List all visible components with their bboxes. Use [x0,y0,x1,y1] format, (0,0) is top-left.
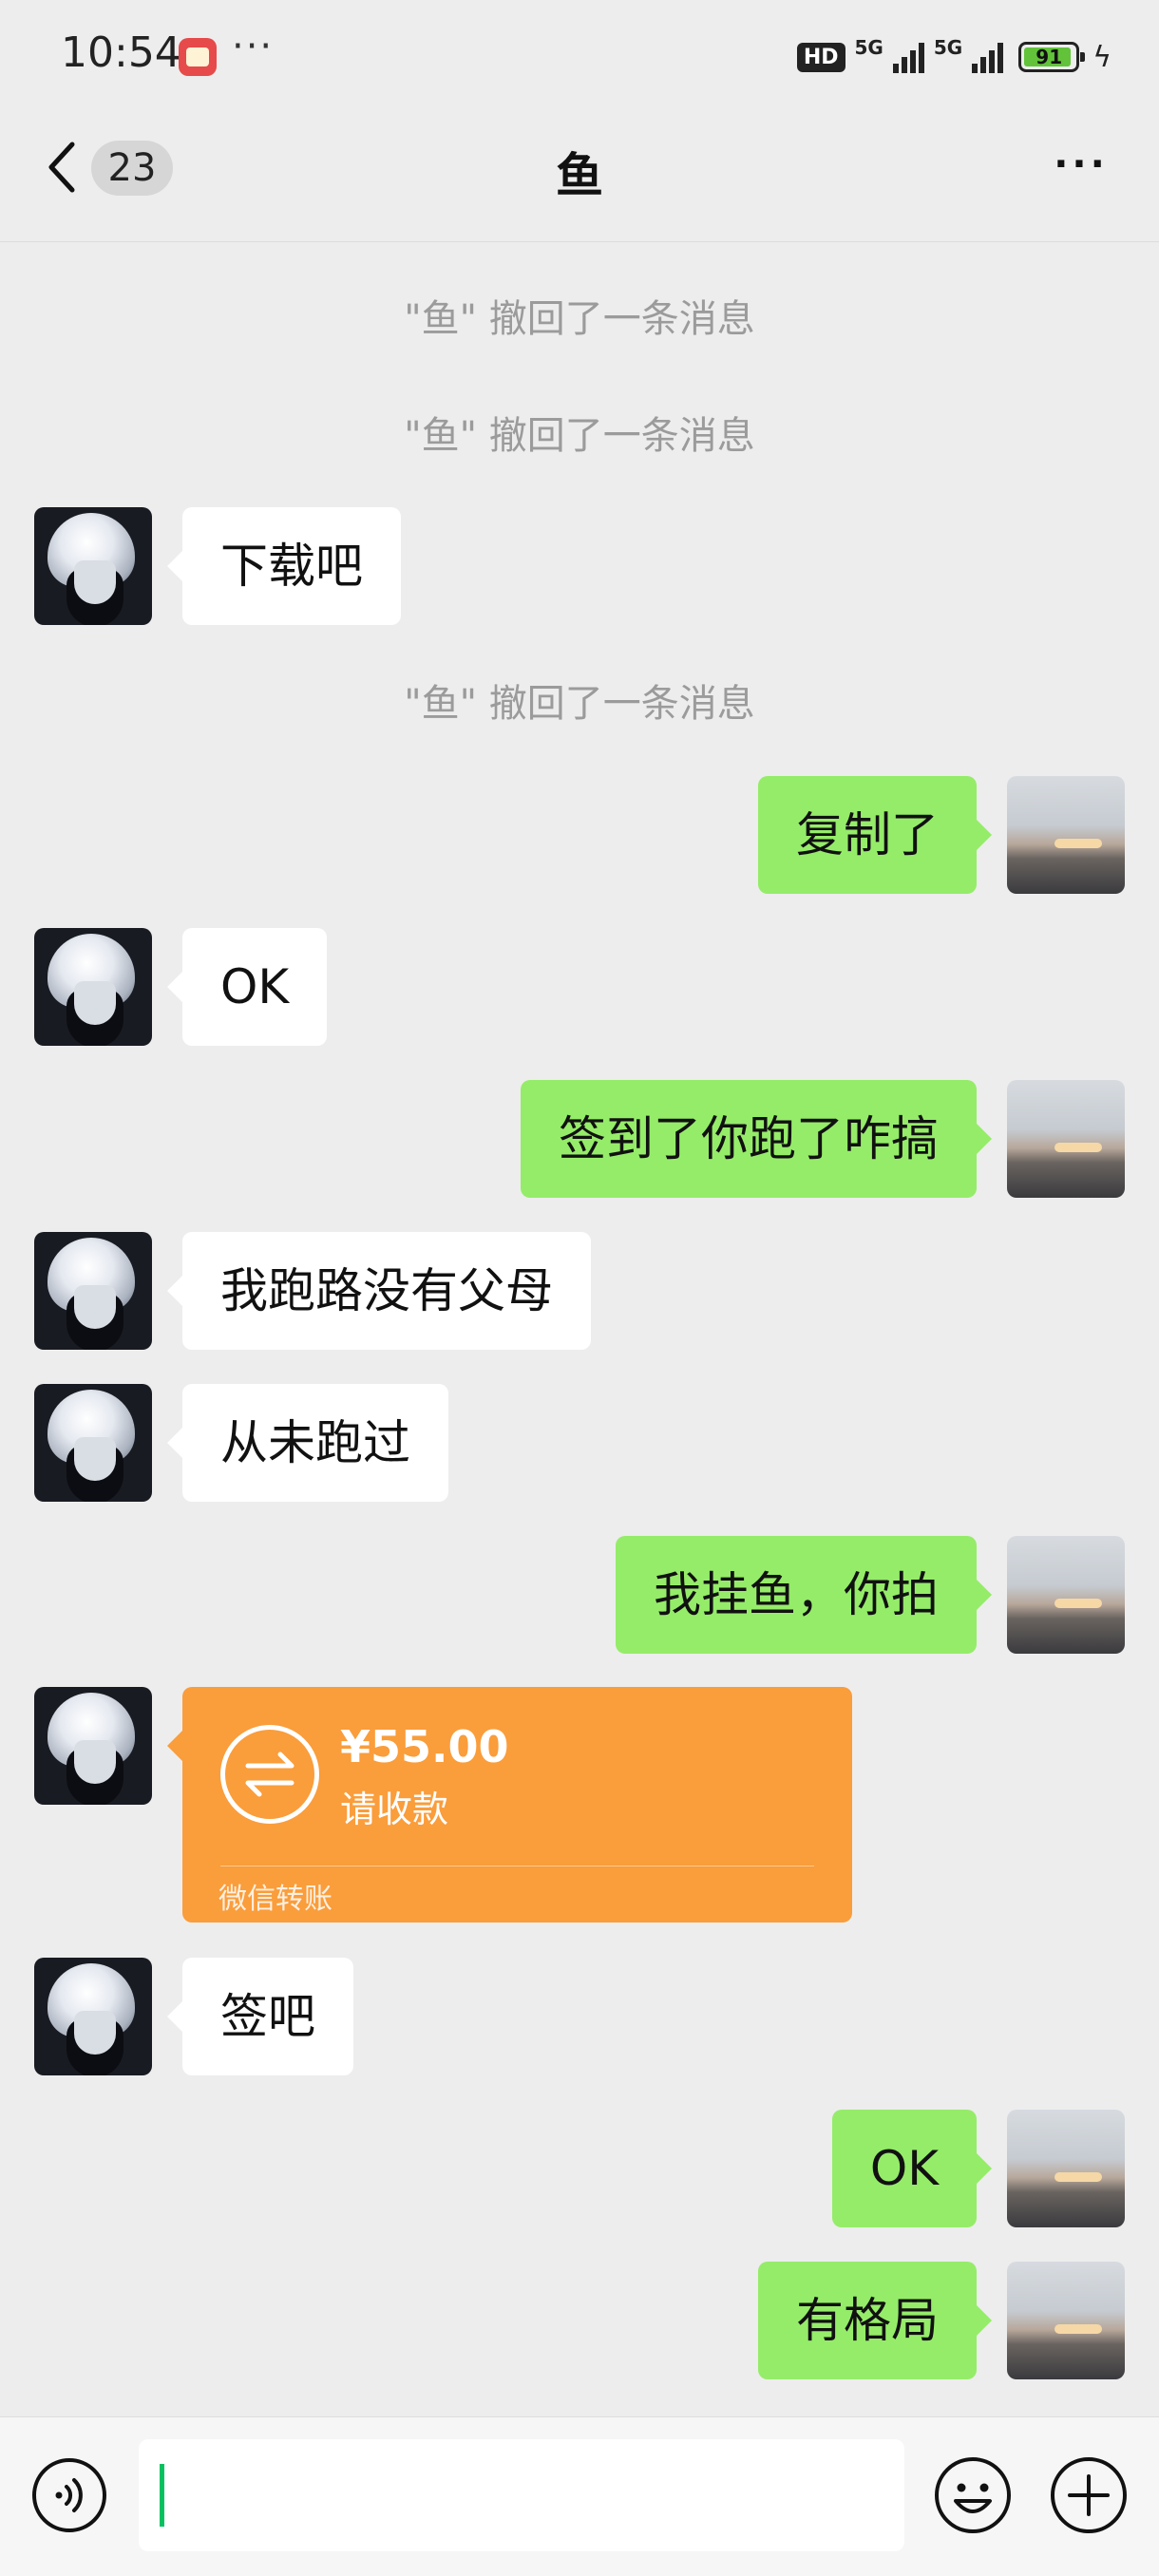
network-type-1: 5G [854,36,884,59]
more-functions-button[interactable] [1049,2455,1129,2535]
voice-icon [32,2458,106,2532]
my-avatar[interactable] [1007,1536,1125,1654]
emoji-icon [935,2457,1011,2533]
incoming-message[interactable]: OK [166,928,328,1046]
charging-icon: ϟ [1092,40,1112,74]
network-type-2: 5G [933,36,963,59]
transfer-card[interactable]: ¥55.00 请收款 微信转账 [167,1687,852,1923]
incoming-message[interactable]: 从未跑过 [167,1384,448,1502]
transfer-amount: ¥55.00 [340,1721,509,1772]
transfer-status: 请收款 [340,1789,449,1830]
recall-notice: "鱼" 撤回了一条消息 [404,682,755,726]
message-input[interactable] [139,2439,904,2551]
emoji-button[interactable] [933,2455,1013,2535]
my-avatar[interactable] [1007,2110,1125,2227]
outgoing-message[interactable]: 我挂鱼，你拍 [616,1536,992,1654]
incoming-message[interactable]: 我跑路没有父母 [167,1232,591,1350]
outgoing-message[interactable]: 有格局 [758,2262,992,2379]
my-avatar[interactable] [1007,776,1125,894]
contact-avatar[interactable] [34,507,152,625]
header-divider [0,241,1159,242]
voice-button[interactable] [30,2456,108,2534]
transfer-label: 微信转账 [218,1883,332,1916]
outgoing-message[interactable]: 签到了你跑了咋搞 [521,1080,992,1198]
recall-notice: "鱼" 撤回了一条消息 [404,414,755,458]
battery-icon: 91 [1018,42,1086,72]
contact-avatar[interactable] [34,928,152,1046]
recall-notice: "鱼" 撤回了一条消息 [404,297,755,341]
transfer-icon [220,1725,319,1824]
outgoing-message[interactable]: 复制了 [758,776,992,894]
more-options-button[interactable]: ··· [1053,145,1110,188]
contact-avatar[interactable] [34,1232,152,1350]
incoming-message[interactable]: 签吧 [167,1958,353,2075]
plus-icon [1051,2457,1127,2533]
status-bar: 10:54 ··· HD 5G 5G 91 ϟ [0,0,1159,114]
status-indicators: HD 5G 5G 91 ϟ [796,36,1112,76]
my-avatar[interactable] [1007,1080,1125,1198]
contact-avatar[interactable] [34,1687,152,1805]
incoming-message[interactable]: 下载吧 [167,507,401,625]
app-notification-icon [179,38,217,76]
status-time: 10:54 [61,28,181,77]
hd-voice-icon: HD [796,42,846,72]
more-notifications-icon: ··· [232,25,275,68]
contact-avatar[interactable] [34,1958,152,2075]
signal-icon-2 [972,41,1004,73]
contact-avatar[interactable] [34,1384,152,1502]
signal-icon-1 [892,41,924,73]
outgoing-message[interactable]: OK [831,2110,993,2227]
my-avatar[interactable] [1007,2262,1125,2379]
text-cursor [160,2464,164,2527]
chat-title: 鱼 [556,148,603,203]
battery-level: 91 [1036,46,1063,68]
